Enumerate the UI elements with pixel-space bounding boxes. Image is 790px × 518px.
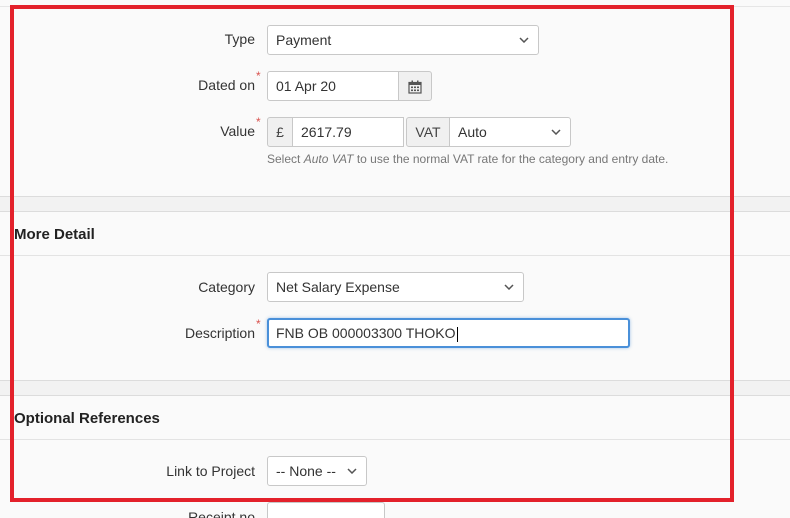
optional-references-heading: Optional References (14, 410, 160, 427)
divider (0, 6, 790, 7)
receipt-no-label: Receipt no (188, 509, 255, 518)
optional-references-body: Link to Project -- None -- Receipt no (0, 440, 790, 518)
dated-on-label: Dated on (198, 77, 255, 93)
vat-addon: VAT (406, 117, 450, 147)
vat-select-value: Auto (458, 124, 487, 140)
value-amount: 2617.79 (301, 124, 352, 140)
category-select-value: Net Salary Expense (276, 279, 400, 295)
description-label: Description (184, 325, 255, 341)
category-label: Category (198, 279, 255, 295)
value-amount-input[interactable]: 2617.79 (292, 117, 404, 147)
more-detail-body: Category Net Salary Expense Description … (0, 256, 790, 381)
required-marker: * (256, 317, 261, 331)
more-detail-header: More Detail (0, 211, 790, 256)
more-detail-heading: More Detail (14, 226, 95, 243)
receipt-no-input[interactable] (267, 502, 385, 518)
type-label: Type (224, 31, 255, 47)
help-emphasis: Auto VAT (303, 152, 354, 166)
required-marker: * (256, 69, 261, 83)
entry-panel: Type Payment Dated on * 01 Apr 20 Value … (0, 0, 790, 197)
description-input[interactable]: FNB OB 000003300 THOKO (267, 318, 630, 348)
chevron-down-icon (551, 118, 561, 146)
vat-select[interactable]: Auto (449, 117, 571, 147)
description-value: FNB OB 000003300 THOKO (276, 325, 456, 341)
chevron-down-icon (504, 273, 514, 301)
section-gap (0, 197, 790, 211)
optional-references-header: Optional References (0, 395, 790, 440)
category-select[interactable]: Net Salary Expense (267, 272, 524, 302)
dated-on-input[interactable]: 01 Apr 20 (267, 71, 399, 101)
link-to-project-label: Link to Project (166, 463, 255, 479)
help-suffix: to use the normal VAT rate for the categ… (353, 152, 669, 166)
link-to-project-select[interactable]: -- None -- (267, 456, 367, 486)
help-prefix: Select (267, 152, 304, 166)
calendar-icon (408, 80, 422, 94)
section-gap (0, 381, 790, 395)
dated-on-value: 01 Apr 20 (276, 78, 336, 94)
required-marker: * (256, 115, 261, 129)
calendar-button[interactable] (398, 71, 432, 101)
link-to-project-value: -- None -- (276, 463, 336, 479)
chevron-down-icon (347, 457, 357, 485)
vat-help-text: Select Auto VAT to use the normal VAT ra… (267, 152, 668, 166)
chevron-down-icon (519, 26, 529, 54)
bank-explanation-form: Type Payment Dated on * 01 Apr 20 Value … (0, 0, 790, 518)
text-caret (456, 326, 458, 342)
value-label: Value (220, 123, 255, 139)
type-select-value: Payment (276, 32, 332, 48)
currency-addon: £ (267, 117, 293, 147)
type-select[interactable]: Payment (267, 25, 539, 55)
